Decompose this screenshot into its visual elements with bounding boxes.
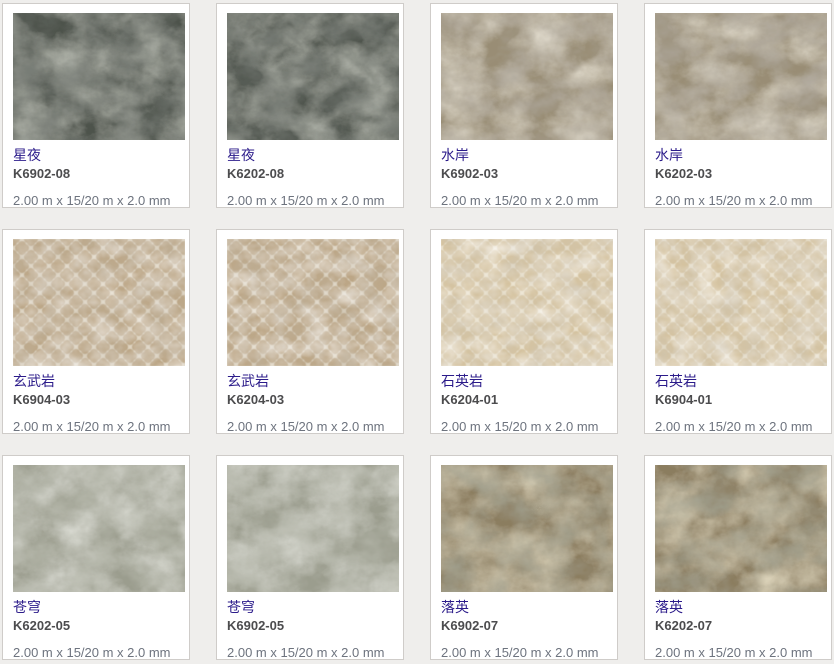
product-size: 2.00 m x 15/20 m x 2.0 mm	[655, 645, 831, 660]
product-card: 落英 K6902-07 2.00 m x 15/20 m x 2.0 mm	[430, 455, 618, 660]
product-code: K6204-03	[227, 392, 403, 407]
product-code: K6904-01	[655, 392, 831, 407]
product-code: K6204-01	[441, 392, 617, 407]
product-code: K6902-08	[13, 166, 189, 181]
product-name-link[interactable]: 石英岩	[655, 373, 831, 389]
product-name-link[interactable]: 石英岩	[441, 373, 617, 389]
product-name-link[interactable]: 落英	[441, 599, 617, 615]
product-size: 2.00 m x 15/20 m x 2.0 mm	[655, 193, 831, 208]
product-code: K6902-07	[441, 618, 617, 633]
product-code: K6904-03	[13, 392, 189, 407]
product-size: 2.00 m x 15/20 m x 2.0 mm	[227, 193, 403, 208]
product-texture-image[interactable]	[441, 465, 613, 592]
product-name-link[interactable]: 星夜	[13, 147, 189, 163]
product-card: 水岸 K6202-03 2.00 m x 15/20 m x 2.0 mm	[644, 3, 832, 208]
product-size: 2.00 m x 15/20 m x 2.0 mm	[227, 419, 403, 434]
product-texture-image[interactable]	[13, 239, 185, 366]
product-name-link[interactable]: 苍穹	[13, 599, 189, 615]
product-code: K6902-05	[227, 618, 403, 633]
product-texture-image[interactable]	[227, 465, 399, 592]
product-card: 玄武岩 K6904-03 2.00 m x 15/20 m x 2.0 mm	[2, 229, 190, 434]
product-size: 2.00 m x 15/20 m x 2.0 mm	[13, 419, 189, 434]
product-card: 苍穹 K6902-05 2.00 m x 15/20 m x 2.0 mm	[216, 455, 404, 660]
product-texture-image[interactable]	[655, 465, 827, 592]
product-texture-image[interactable]	[655, 239, 827, 366]
product-name-link[interactable]: 玄武岩	[13, 373, 189, 389]
product-code: K6202-05	[13, 618, 189, 633]
product-grid: 星夜 K6902-08 2.00 m x 15/20 m x 2.0 mm 星夜…	[0, 0, 834, 660]
product-size: 2.00 m x 15/20 m x 2.0 mm	[13, 193, 189, 208]
product-size: 2.00 m x 15/20 m x 2.0 mm	[441, 645, 617, 660]
product-card: 落英 K6202-07 2.00 m x 15/20 m x 2.0 mm	[644, 455, 832, 660]
product-texture-image[interactable]	[441, 13, 613, 140]
product-name-link[interactable]: 星夜	[227, 147, 403, 163]
product-card: 玄武岩 K6204-03 2.00 m x 15/20 m x 2.0 mm	[216, 229, 404, 434]
product-code: K6202-03	[655, 166, 831, 181]
product-name-link[interactable]: 水岸	[441, 147, 617, 163]
product-texture-image[interactable]	[227, 13, 399, 140]
product-texture-image[interactable]	[227, 239, 399, 366]
product-texture-image[interactable]	[441, 239, 613, 366]
product-card: 石英岩 K6904-01 2.00 m x 15/20 m x 2.0 mm	[644, 229, 832, 434]
product-card: 星夜 K6902-08 2.00 m x 15/20 m x 2.0 mm	[2, 3, 190, 208]
product-card: 水岸 K6902-03 2.00 m x 15/20 m x 2.0 mm	[430, 3, 618, 208]
product-texture-image[interactable]	[13, 465, 185, 592]
product-texture-image[interactable]	[13, 13, 185, 140]
product-code: K6202-08	[227, 166, 403, 181]
product-size: 2.00 m x 15/20 m x 2.0 mm	[13, 645, 189, 660]
product-card: 星夜 K6202-08 2.00 m x 15/20 m x 2.0 mm	[216, 3, 404, 208]
product-code: K6902-03	[441, 166, 617, 181]
product-size: 2.00 m x 15/20 m x 2.0 mm	[227, 645, 403, 660]
product-name-link[interactable]: 水岸	[655, 147, 831, 163]
product-name-link[interactable]: 落英	[655, 599, 831, 615]
product-size: 2.00 m x 15/20 m x 2.0 mm	[655, 419, 831, 434]
product-card: 苍穹 K6202-05 2.00 m x 15/20 m x 2.0 mm	[2, 455, 190, 660]
product-size: 2.00 m x 15/20 m x 2.0 mm	[441, 419, 617, 434]
product-name-link[interactable]: 玄武岩	[227, 373, 403, 389]
product-size: 2.00 m x 15/20 m x 2.0 mm	[441, 193, 617, 208]
product-code: K6202-07	[655, 618, 831, 633]
product-card: 石英岩 K6204-01 2.00 m x 15/20 m x 2.0 mm	[430, 229, 618, 434]
product-texture-image[interactable]	[655, 13, 827, 140]
product-name-link[interactable]: 苍穹	[227, 599, 403, 615]
